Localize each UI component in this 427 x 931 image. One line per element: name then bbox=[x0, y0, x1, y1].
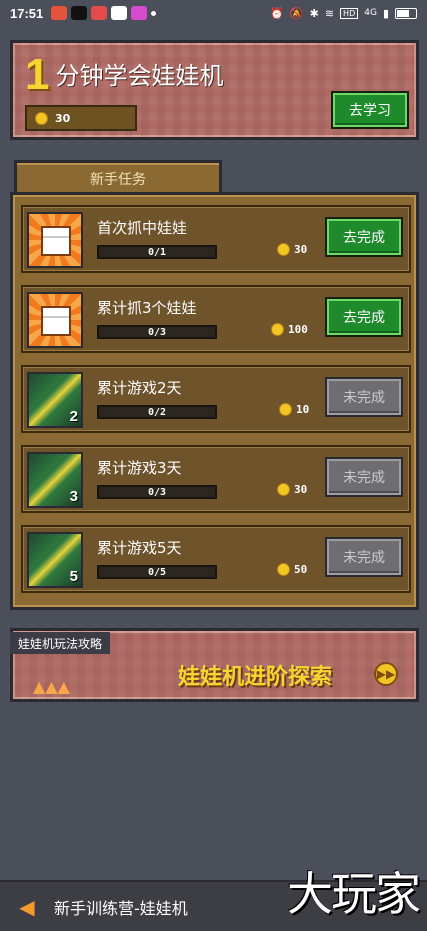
app-notification-icon bbox=[51, 6, 68, 20]
wifi-icon: ≋ bbox=[324, 6, 335, 20]
days-badge: 3 bbox=[69, 488, 78, 505]
task-row: 累计抓3个娃娃 0/3 100 去完成 bbox=[21, 285, 411, 353]
task-reward: 30 bbox=[277, 243, 307, 256]
fist-icon bbox=[27, 292, 83, 348]
task-reward: 50 bbox=[277, 563, 307, 576]
road-icon: 3 bbox=[27, 452, 83, 508]
status-time: 17:51 bbox=[10, 5, 44, 21]
task-title: 累计游戏3天 bbox=[97, 459, 182, 477]
hd-badge: HD bbox=[340, 7, 359, 19]
signal-label: 4G bbox=[364, 8, 377, 18]
task-progress: 0/3 bbox=[97, 485, 217, 499]
tab-newbie-tasks[interactable]: 新手任务 bbox=[14, 160, 222, 194]
task-reward-value: 10 bbox=[296, 403, 310, 416]
go-learn-button[interactable]: 去学习 bbox=[331, 91, 409, 129]
explore-banner-text: 娃娃机进阶探索 bbox=[178, 665, 333, 690]
notification-icons bbox=[51, 6, 157, 20]
complete-task-button[interactable]: 去完成 bbox=[325, 217, 403, 257]
road-icon: 5 bbox=[27, 532, 83, 588]
fist-icon bbox=[27, 212, 83, 268]
task-title: 首次抓中娃娃 bbox=[97, 219, 188, 237]
page-title: 新手训练营-娃娃机 bbox=[54, 898, 188, 918]
task-title: 累计游戏5天 bbox=[97, 539, 182, 557]
bluetooth-icon: ✱ bbox=[309, 6, 319, 20]
task-reward-value: 100 bbox=[288, 323, 308, 336]
complete-task-button[interactable]: 去完成 bbox=[325, 297, 403, 337]
status-bar: 17:51 ⏰ 🔕 ✱ ≋ HD 4G ▮ bbox=[0, 0, 427, 26]
task-reward-value: 50 bbox=[294, 563, 308, 576]
learn-title: 1 分钟学会娃娃机 bbox=[25, 53, 223, 97]
guide-label: 娃娃机玩法攻略 bbox=[10, 632, 111, 654]
learn-reward: 30 bbox=[25, 105, 137, 131]
back-arrow-icon[interactable]: ◀ bbox=[14, 895, 40, 919]
coin-icon bbox=[271, 323, 284, 336]
incomplete-task-button[interactable]: 未完成 bbox=[325, 537, 403, 577]
coin-icon bbox=[277, 563, 290, 576]
task-reward: 10 bbox=[279, 403, 309, 416]
mute-icon: 🔕 bbox=[289, 6, 304, 20]
days-badge: 2 bbox=[69, 408, 78, 425]
task-row: 5 累计游戏5天 0/5 50 未完成 bbox=[21, 525, 411, 593]
tiktok-icon bbox=[71, 6, 88, 20]
battery-icon bbox=[395, 7, 417, 19]
task-reward-value: 30 bbox=[294, 483, 308, 496]
learn-title-number: 1 bbox=[25, 50, 50, 99]
task-row: 2 累计游戏2天 0/2 10 未完成 bbox=[21, 365, 411, 433]
status-right: ⏰ 🔕 ✱ ≋ HD 4G ▮ bbox=[270, 7, 417, 20]
alarm-icon: ⏰ bbox=[270, 6, 284, 20]
coin-icon bbox=[35, 112, 48, 125]
task-title: 累计游戏2天 bbox=[97, 379, 182, 397]
signal-icon: ▮ bbox=[382, 6, 389, 20]
coin-icon bbox=[277, 483, 290, 496]
road-icon: 2 bbox=[27, 372, 83, 428]
task-reward-value: 30 bbox=[294, 243, 308, 256]
dot-icon bbox=[151, 10, 157, 16]
watermark: 大玩家 bbox=[287, 867, 421, 921]
coin-icon bbox=[277, 243, 290, 256]
up-arrows-icon: ▲▲▲ bbox=[33, 677, 70, 696]
learn-banner[interactable]: 1 分钟学会娃娃机 30 去学习 bbox=[10, 40, 419, 140]
fast-forward-icon[interactable]: ▶▶ bbox=[374, 662, 398, 686]
app-notification-icon bbox=[131, 6, 148, 20]
task-title: 累计抓3个娃娃 bbox=[97, 299, 197, 317]
incomplete-task-button[interactable]: 未完成 bbox=[325, 377, 403, 417]
task-reward: 30 bbox=[277, 483, 307, 496]
tasks-panel: 首次抓中娃娃 0/1 30 去完成 累计抓3个娃娃 0/3 100 去完成 2 … bbox=[10, 192, 419, 610]
task-reward: 100 bbox=[271, 323, 308, 336]
task-progress: 0/3 bbox=[97, 325, 217, 339]
coin-icon bbox=[279, 403, 292, 416]
task-row: 首次抓中娃娃 0/1 30 去完成 bbox=[21, 205, 411, 273]
learn-reward-value: 30 bbox=[55, 111, 71, 125]
incomplete-task-button[interactable]: 未完成 bbox=[325, 457, 403, 497]
task-progress: 0/1 bbox=[97, 245, 217, 259]
app-notification-icon bbox=[111, 6, 128, 20]
task-progress: 0/2 bbox=[97, 405, 217, 419]
task-row: 3 累计游戏3天 0/3 30 未完成 bbox=[21, 445, 411, 513]
app-notification-icon bbox=[91, 6, 108, 20]
days-badge: 5 bbox=[69, 568, 78, 585]
learn-title-text: 分钟学会娃娃机 bbox=[55, 62, 224, 90]
task-progress: 0/5 bbox=[97, 565, 217, 579]
